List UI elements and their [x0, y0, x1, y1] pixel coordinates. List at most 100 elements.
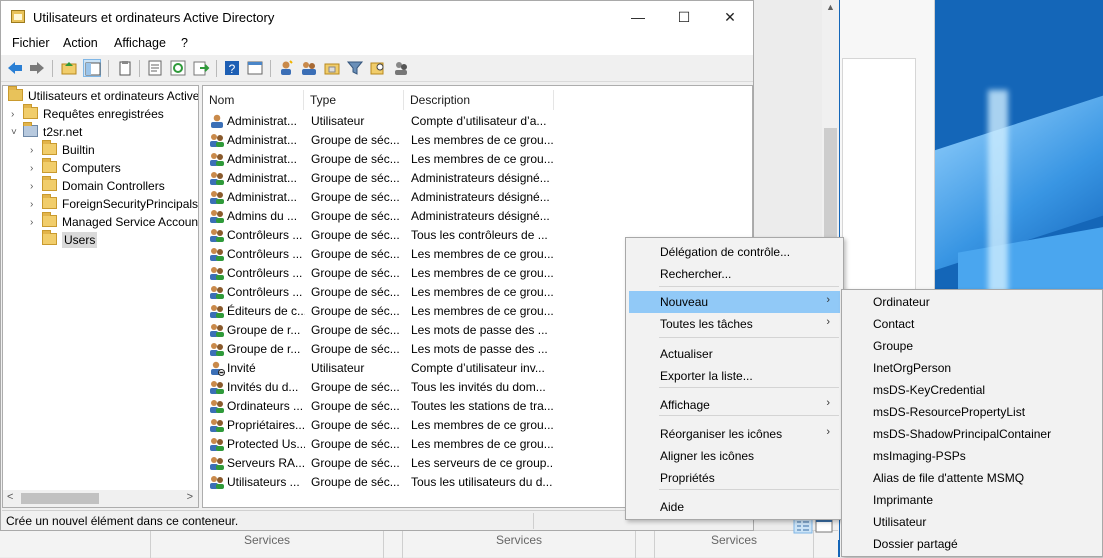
new-user-icon[interactable]: [277, 59, 295, 77]
new-submenu-item[interactable]: Contact: [845, 313, 1100, 335]
list-row[interactable]: Administrat... Groupe de séc... Administra…: [207, 188, 752, 207]
new-submenu-item[interactable]: Ordinateur: [845, 291, 1100, 313]
up-folder-icon[interactable]: [60, 59, 78, 77]
cell-description: Tous les contrôleurs de ...: [411, 228, 548, 242]
context-item-aide[interactable]: Aide: [629, 496, 840, 518]
new-submenu-item-label: Dossier partagé: [873, 537, 958, 551]
column-header-description[interactable]: Description: [404, 90, 554, 110]
scroll-left-icon[interactable]: <: [7, 491, 13, 503]
context-item-actualiser[interactable]: Actualiser: [629, 343, 840, 365]
view-icon[interactable]: [246, 59, 264, 77]
new-submenu: Ordinateur Contact Groupe InetOrgPerson msDS…: [841, 289, 1103, 557]
menu-action[interactable]: Action: [63, 36, 98, 50]
context-item-propriétés[interactable]: Propriétés: [629, 467, 840, 489]
scroll-right-icon[interactable]: >: [187, 491, 193, 503]
clipboard-icon[interactable]: [116, 59, 134, 77]
console-tree[interactable]: Utilisateurs et ordinateurs Active Direc…: [2, 85, 199, 508]
cell-description: Les membres de ce grou...: [411, 418, 553, 432]
properties-icon[interactable]: [146, 59, 164, 77]
help-icon[interactable]: ?: [223, 59, 241, 77]
list-row[interactable]: Administrat... Utilisateur Compte d’utilis…: [207, 112, 752, 131]
context-item-affichage[interactable]: Affichage ›: [629, 394, 840, 416]
list-row[interactable]: Administrat... Groupe de séc... Les membre…: [207, 150, 752, 169]
cell-name: Protected Us...: [227, 437, 305, 451]
folder-icon: [42, 230, 57, 245]
new-ou-icon[interactable]: [323, 59, 341, 77]
new-submenu-item[interactable]: Groupe: [845, 335, 1100, 357]
scrollbar-thumb[interactable]: [824, 128, 837, 240]
column-header-type[interactable]: Type: [304, 90, 404, 110]
new-submenu-item[interactable]: msDS-ResourcePropertyList: [845, 401, 1100, 423]
cell-name: Invités du d...: [227, 380, 299, 394]
tree-root[interactable]: Utilisateurs et ordinateurs Active Direc…: [8, 86, 198, 106]
new-submenu-item-label: Imprimante: [873, 493, 934, 507]
context-item-délégation-de-contrôle[interactable]: Délégation de contrôle...: [629, 241, 840, 263]
new-submenu-item[interactable]: msDS-KeyCredential: [845, 379, 1100, 401]
tree-item-saved-queries[interactable]: › Requêtes enregistrées: [11, 104, 164, 124]
title-bar[interactable]: Utilisateurs et ordinateurs Active Direc…: [1, 1, 753, 33]
expand-icon[interactable]: ›: [30, 217, 42, 228]
expand-icon[interactable]: ›: [30, 181, 42, 192]
collapse-icon[interactable]: ˅: [11, 127, 23, 138]
export-list-icon[interactable]: [192, 59, 210, 77]
back-icon[interactable]: [6, 59, 24, 77]
expand-icon[interactable]: ›: [11, 109, 23, 120]
new-group-icon[interactable]: [300, 59, 318, 77]
close-button[interactable]: ✕: [707, 1, 753, 33]
refresh-icon[interactable]: [169, 59, 187, 77]
new-submenu-item[interactable]: msImaging-PSPs: [845, 445, 1100, 467]
status-text: Crée un nouvel élément dans ce conteneur…: [6, 514, 239, 528]
cell-name: Contrôleurs ...: [227, 247, 303, 261]
menu-help[interactable]: ?: [181, 36, 188, 50]
find-icon[interactable]: [369, 59, 387, 77]
expand-icon[interactable]: ›: [30, 145, 42, 156]
context-item-nouveau[interactable]: Nouveau ›: [629, 291, 840, 313]
column-header-name[interactable]: Nom: [203, 90, 304, 110]
group-icon: [210, 267, 224, 280]
svg-text:?: ?: [229, 62, 236, 76]
maximize-button[interactable]: ☐: [661, 1, 707, 33]
forward-icon[interactable]: [28, 59, 46, 77]
filter-icon[interactable]: [346, 59, 364, 77]
tree-item-foreign-security-principals[interactable]: › ForeignSecurityPrincipals: [30, 194, 198, 214]
cell-type: Groupe de séc...: [311, 228, 400, 242]
context-item-toutes-les-tâches[interactable]: Toutes les tâches ›: [629, 313, 840, 335]
minimize-button[interactable]: —: [615, 1, 661, 33]
scrollbar-thumb[interactable]: [21, 493, 99, 504]
cell-type: Groupe de séc...: [311, 475, 400, 489]
tree-horizontal-scrollbar[interactable]: < >: [3, 490, 198, 507]
menu-fichier[interactable]: Fichier: [12, 36, 50, 50]
list-row[interactable]: Administrat... Groupe de séc... Les membre…: [207, 131, 752, 150]
cell-name: Contrôleurs ...: [227, 228, 303, 242]
tree-item-managed-service-accounts[interactable]: › Managed Service Accounts: [30, 212, 198, 232]
menu-affichage[interactable]: Affichage: [114, 36, 166, 50]
new-submenu-item[interactable]: Alias de file d'attente MSMQ: [845, 467, 1100, 489]
context-item-rechercher[interactable]: Rechercher...: [629, 263, 840, 285]
expand-icon[interactable]: ›: [30, 163, 42, 174]
context-item-label: Délégation de contrôle...: [660, 245, 791, 259]
list-row[interactable]: Admins du ... Groupe de séc... Administrat…: [207, 207, 752, 226]
new-submenu-item[interactable]: InetOrgPerson: [845, 357, 1100, 379]
group-icon: [210, 153, 224, 166]
add-to-group-icon[interactable]: [392, 59, 410, 77]
new-submenu-item[interactable]: Utilisateur: [845, 511, 1100, 533]
scroll-up-icon[interactable]: ▲: [826, 2, 835, 12]
new-submenu-item-label: Alias de file d'attente MSMQ: [873, 471, 1025, 485]
context-item-label: Aide: [660, 500, 685, 514]
new-submenu-item[interactable]: Dossier partagé: [845, 533, 1100, 555]
expand-icon[interactable]: ›: [30, 199, 42, 210]
tree-item-users[interactable]: Users: [30, 230, 98, 250]
new-submenu-item[interactable]: Imprimante: [845, 489, 1100, 511]
group-icon: [210, 210, 224, 223]
show-tree-icon[interactable]: [83, 59, 101, 77]
new-submenu-item[interactable]: msDS-ShadowPrincipalContainer: [845, 423, 1100, 445]
context-item-réorganiser-les-icônes[interactable]: Réorganiser les icônes ›: [629, 423, 840, 445]
list-row[interactable]: Administrat... Groupe de séc... Administra…: [207, 169, 752, 188]
cell-name: Éditeurs de c...: [227, 304, 305, 318]
context-item-exporter-la-liste[interactable]: Exporter la liste...: [629, 365, 840, 387]
group-icon: [210, 343, 224, 356]
new-submenu-item-label: Contact: [873, 317, 915, 331]
context-item-label: Actualiser: [660, 347, 713, 361]
context-item-aligner-les-icônes[interactable]: Aligner les icônes: [629, 445, 840, 467]
tree-item-builtin[interactable]: › Builtin: [30, 140, 95, 160]
